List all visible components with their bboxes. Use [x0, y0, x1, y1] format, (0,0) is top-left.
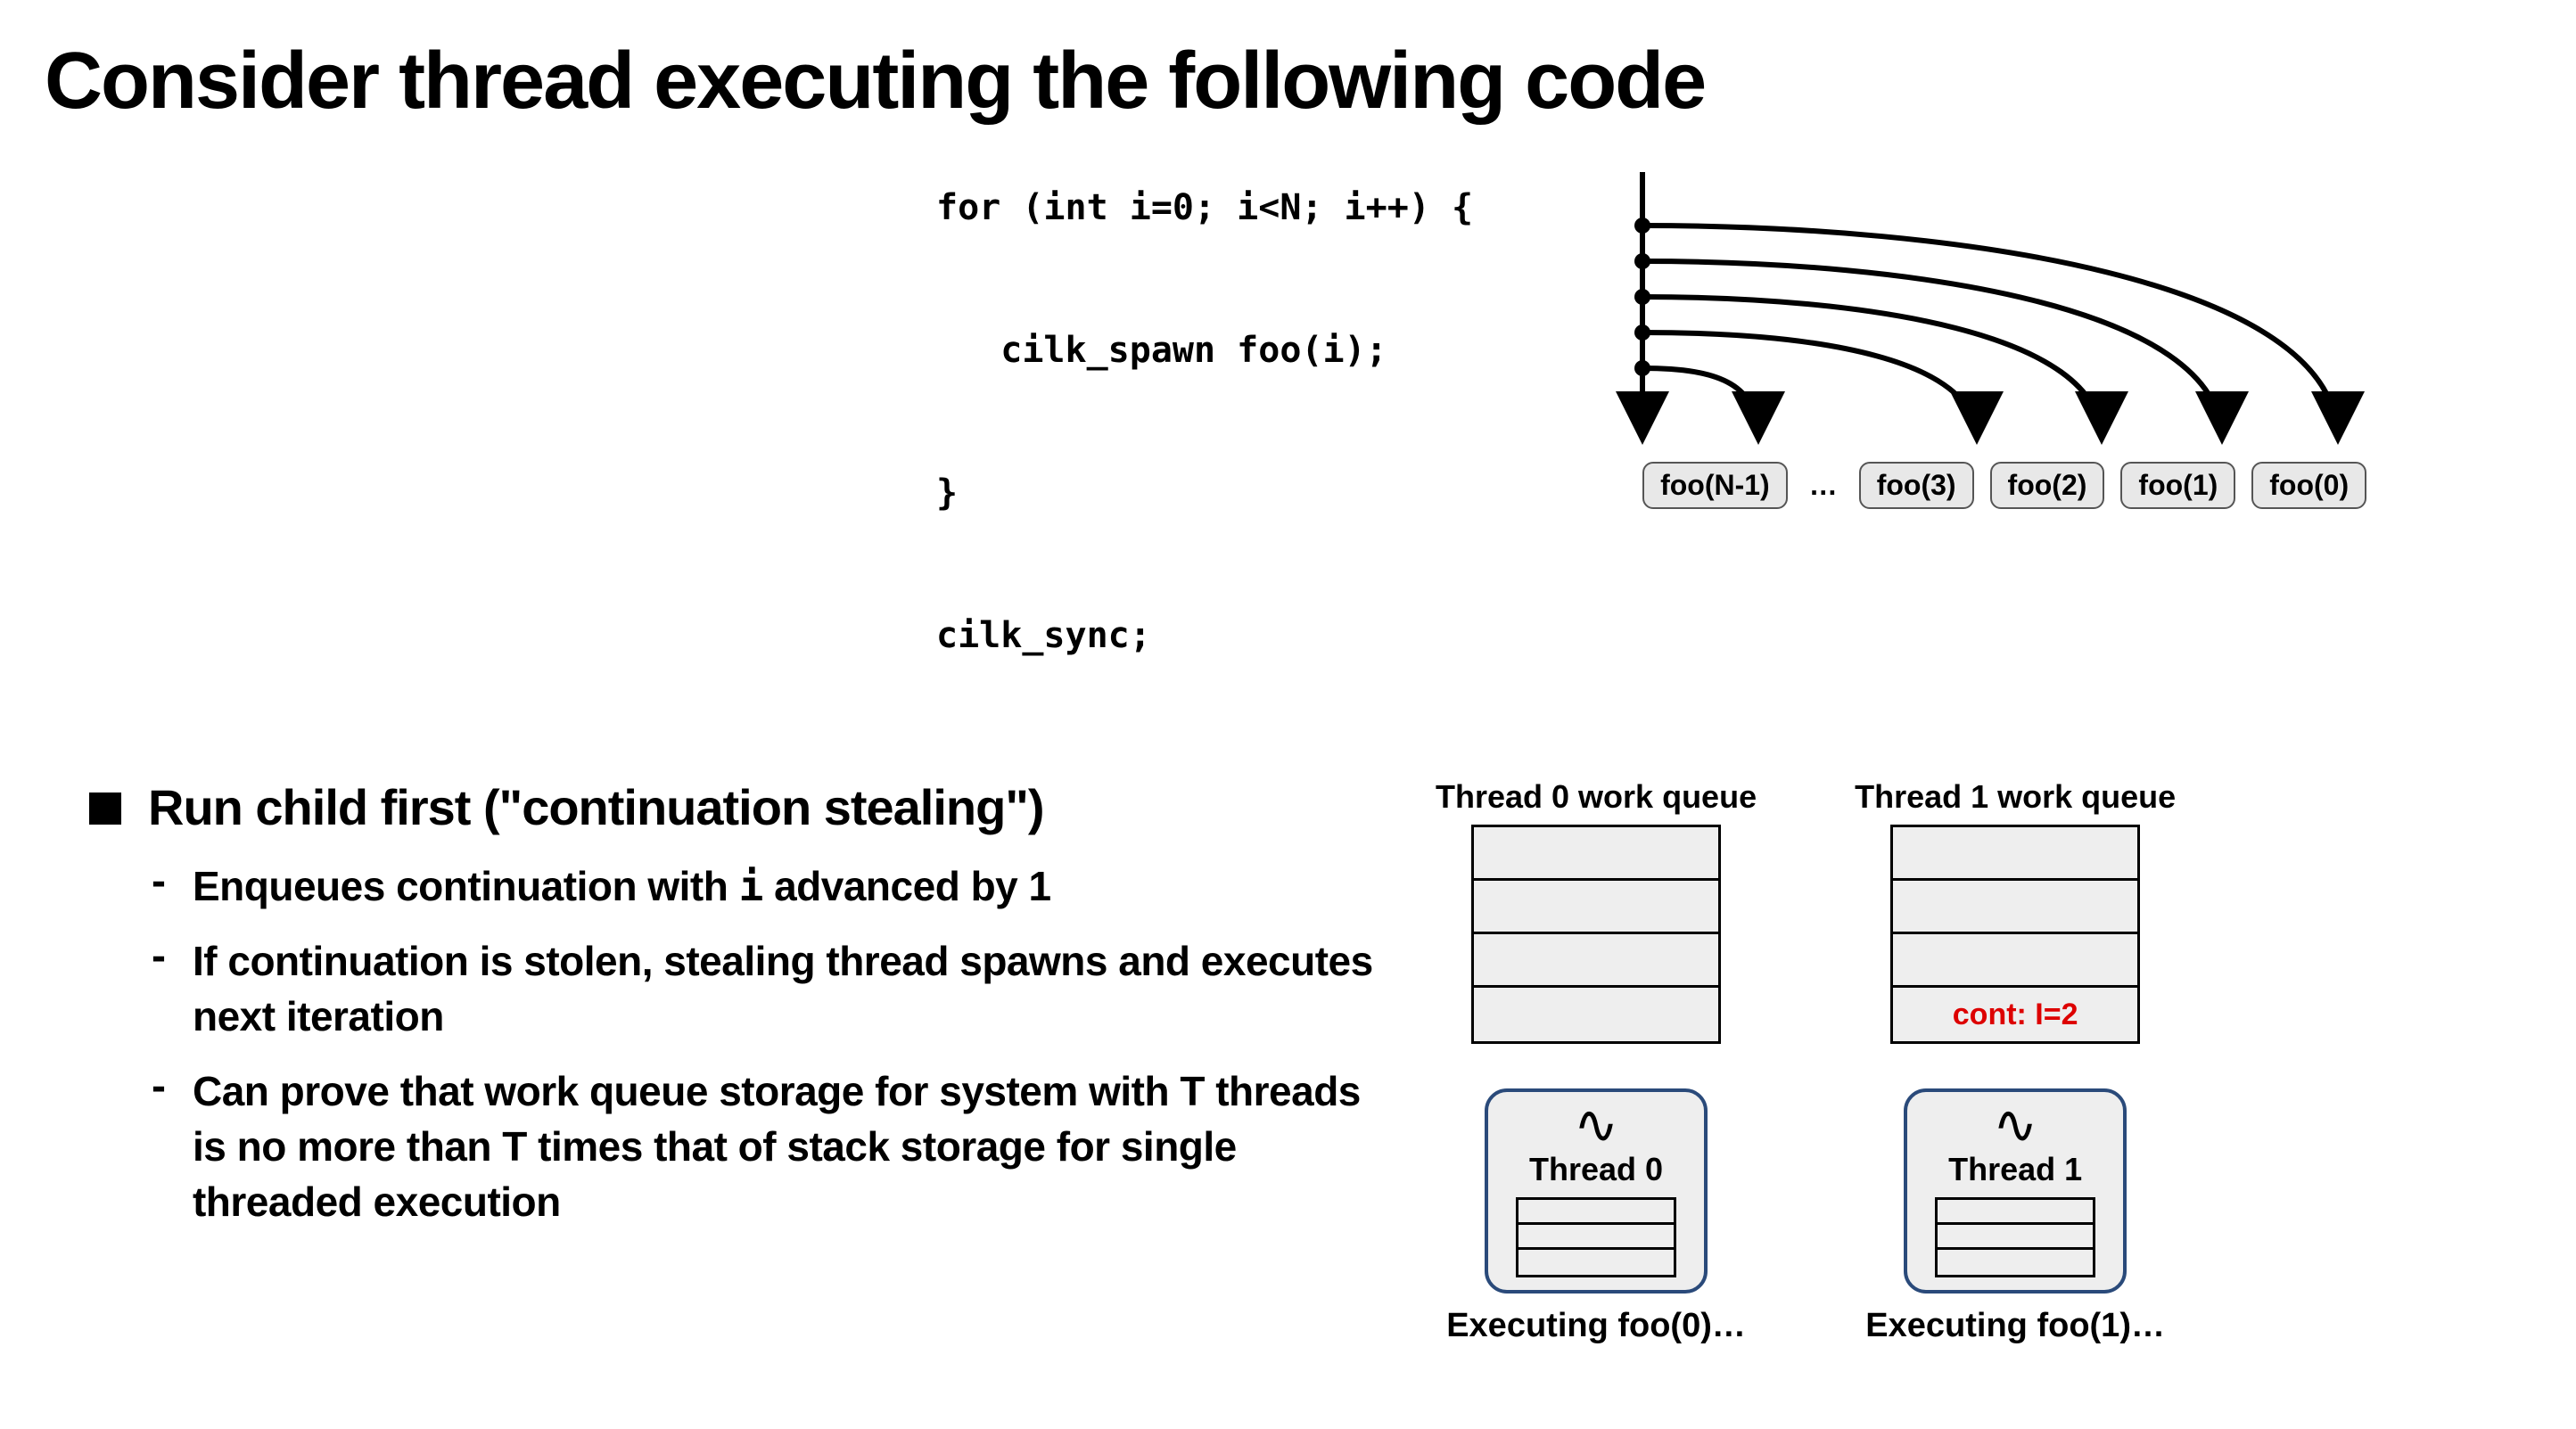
foo-box-3: foo(3)	[1859, 462, 1974, 509]
queue0-label: Thread 0 work queue	[1436, 778, 1757, 816]
top-row: for (int i=0; i<N; i++) { cilk_spawn foo…	[45, 172, 2531, 671]
foo-box-row: foo(N-1) … foo(3) foo(2) foo(1) foo(0)	[1642, 462, 2400, 509]
queue1-stack: cont: I=2	[1890, 825, 2140, 1044]
wavy-icon: ∿	[1993, 1103, 2037, 1147]
thread1-box: ∿ Thread 1	[1904, 1088, 2127, 1293]
spawn-tree-svg	[1598, 172, 2400, 475]
thread1-column: Thread 1 work queue cont: I=2 ∿ Thread 1…	[1855, 778, 2176, 1345]
lower-section: Run child first ("continuation stealing"…	[45, 778, 2531, 1345]
sub1-part-c: advanced by 1	[763, 863, 1051, 909]
mini-cell	[1518, 1200, 1674, 1225]
thread1-mini-stack	[1935, 1197, 2095, 1277]
sub-bullet-2-text: If continuation is stolen, stealing thre…	[193, 933, 1382, 1044]
dash-icon: -	[152, 1062, 166, 1111]
queue0-cell	[1474, 934, 1718, 988]
thread0-name: Thread 0	[1529, 1151, 1663, 1188]
thread0-exec-label: Executing foo(0)…	[1446, 1307, 1746, 1345]
sub-bullet-1-text: Enqueues continuation with i advanced by…	[193, 858, 1051, 914]
sub-bullet-2: - If continuation is stolen, stealing th…	[152, 933, 1382, 1044]
thread0-column: Thread 0 work queue ∿ Thread 0 Executing…	[1436, 778, 1757, 1345]
mini-cell	[1938, 1200, 2093, 1225]
bullet-main-text: Run child first ("continuation stealing"…	[148, 778, 1044, 836]
queue1-cell	[1893, 827, 2137, 881]
sub-bullet-1: - Enqueues continuation with i advanced …	[152, 858, 1382, 914]
sub-bullet-3-text: Can prove that work queue storage for sy…	[193, 1064, 1382, 1229]
sub-bullet-3: - Can prove that work queue storage for …	[152, 1064, 1382, 1229]
mini-cell	[1938, 1250, 2093, 1275]
work-queues: Thread 0 work queue ∿ Thread 0 Executing…	[1436, 778, 2176, 1345]
queue1-cell	[1893, 881, 2137, 934]
square-bullet-icon	[89, 793, 121, 825]
thread0-box: ∿ Thread 0	[1485, 1088, 1708, 1293]
bullet-list: Run child first ("continuation stealing"…	[45, 778, 1382, 1250]
bullet-main: Run child first ("continuation stealing"…	[89, 778, 1382, 836]
foo-box-1: foo(1)	[2120, 462, 2235, 509]
mini-cell	[1938, 1225, 2093, 1250]
thread1-name: Thread 1	[1948, 1151, 2082, 1188]
dash-icon: -	[152, 857, 166, 906]
mini-cell	[1518, 1250, 1674, 1275]
sub1-part-a: Enqueues continuation with	[193, 863, 739, 909]
foo-ellipsis: …	[1804, 469, 1843, 502]
dash-icon: -	[152, 932, 166, 981]
queue1-cell	[1893, 934, 2137, 988]
foo-box-0: foo(0)	[2251, 462, 2366, 509]
queue0-cell	[1474, 988, 1718, 1041]
mini-cell	[1518, 1225, 1674, 1250]
foo-box-2: foo(2)	[1990, 462, 2105, 509]
sub1-code-i: i	[739, 862, 763, 910]
foo-box-n1: foo(N-1)	[1642, 462, 1788, 509]
slide-title: Consider thread executing the following …	[45, 36, 2531, 127]
wavy-icon: ∿	[1574, 1103, 1618, 1147]
queue0-cell	[1474, 827, 1718, 881]
spawn-tree-diagram: foo(N-1) … foo(3) foo(2) foo(1) foo(0)	[1544, 172, 2400, 509]
queue0-stack	[1471, 825, 1721, 1044]
thread1-exec-label: Executing foo(1)…	[1865, 1307, 2165, 1345]
queue1-cont-cell: cont: I=2	[1893, 988, 2137, 1041]
code-block: for (int i=0; i<N; i++) { cilk_spawn foo…	[936, 172, 1473, 671]
queue0-cell	[1474, 881, 1718, 934]
thread0-mini-stack	[1516, 1197, 1676, 1277]
queue1-label: Thread 1 work queue	[1855, 778, 2176, 816]
